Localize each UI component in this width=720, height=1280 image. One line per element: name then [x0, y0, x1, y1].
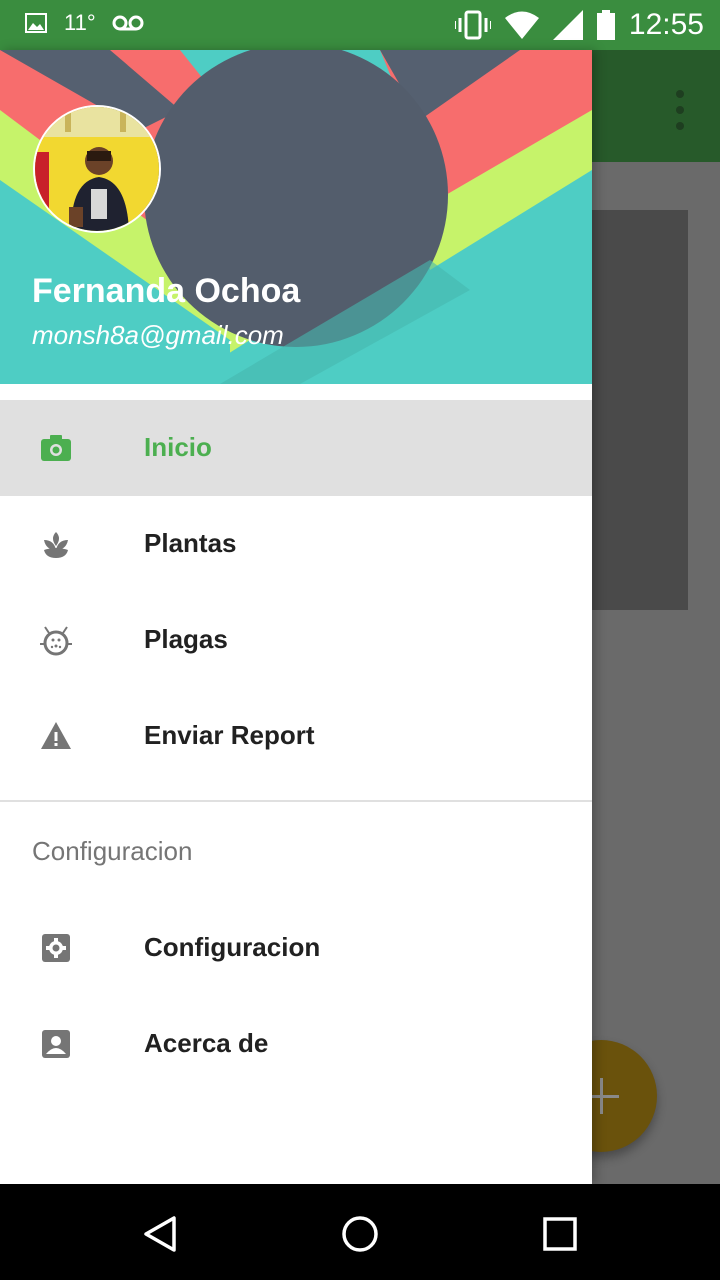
image-icon [25, 13, 47, 33]
vibrate-icon [454, 10, 491, 40]
drawer-item-label: Inicio [144, 432, 212, 462]
drawer-item-plantas[interactable]: Plantas [0, 496, 592, 592]
drawer-item-label: Configuracion [144, 932, 321, 962]
settings-icon [42, 934, 70, 962]
temperature-text: 11° [64, 10, 96, 35]
bug-icon [40, 626, 72, 656]
drawer-divider [0, 800, 592, 802]
drawer-item-configuracion[interactable]: Configuracion [0, 900, 592, 996]
drawer-settings-menu: Configuracion Acerca de [0, 900, 592, 1092]
drawer-item-enviar-report[interactable]: Enviar Report [0, 688, 592, 784]
status-bar: 11° 12:55 [0, 0, 720, 50]
signal-icon [552, 10, 583, 40]
profile-photo [35, 107, 159, 231]
plant-icon [44, 532, 68, 558]
camera-icon [41, 435, 71, 461]
contact-icon [42, 1030, 70, 1058]
user-name: Fernanda Ochoa [32, 272, 301, 310]
drawer-item-acerca-de[interactable]: Acerca de [0, 996, 592, 1092]
voicemail-icon [112, 15, 144, 31]
drawer-item-label: Acerca de [144, 1028, 269, 1058]
warning-icon [41, 722, 71, 749]
avatar[interactable] [33, 105, 161, 233]
recents-icon[interactable] [540, 1214, 580, 1254]
section-title: Configuracion [32, 836, 193, 866]
drawer-item-label: Plagas [144, 624, 228, 654]
wifi-icon [504, 11, 539, 39]
drawer-item-label: Enviar Report [144, 720, 315, 750]
drawer-item-plagas[interactable]: Plagas [0, 592, 592, 688]
home-icon[interactable] [340, 1214, 380, 1254]
user-email: monsh8a@gmail.com [32, 320, 284, 350]
navigation-drawer: Fernanda Ochoa monsh8a@gmail.com Inicio … [0, 50, 592, 1184]
battery-icon [596, 10, 615, 40]
system-nav-bar [0, 1184, 720, 1280]
back-icon[interactable] [140, 1214, 180, 1254]
drawer-item-label: Plantas [144, 528, 237, 558]
clock-text: 12:55 [628, 8, 704, 41]
overflow-menu-icon[interactable] [676, 90, 684, 130]
drawer-item-inicio[interactable]: Inicio [0, 400, 592, 496]
drawer-header: Fernanda Ochoa monsh8a@gmail.com [0, 50, 592, 384]
drawer-menu: Inicio Plantas Plagas Enviar Report [0, 400, 592, 784]
